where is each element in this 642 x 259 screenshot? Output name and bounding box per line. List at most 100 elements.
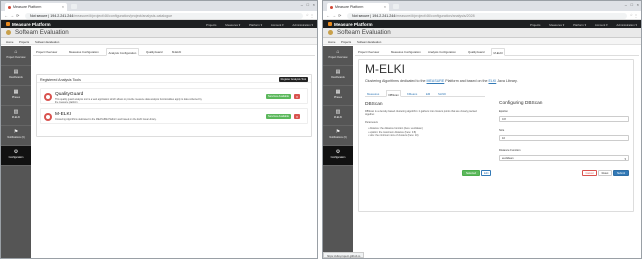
project-logo-icon [328,30,333,35]
reset-button[interactable]: Reset [598,170,612,176]
tab-melki[interactable]: M-ELKI [172,50,181,54]
close-window-icon[interactable]: × [637,2,639,7]
breadcrumb-projects[interactable]: Projects [19,40,29,44]
nav-account[interactable]: Account ▾ [595,23,608,27]
measure-link[interactable]: MEASURE [427,79,445,83]
nav-platform[interactable]: Platform ▾ [249,23,262,27]
submit-button[interactable]: Submit [613,170,629,176]
register-analysis-tool-button[interactable]: Register Analysis Tool [278,76,308,82]
minimize-icon[interactable]: – [301,2,303,7]
sidebar-item-dashboards[interactable]: ▤ Dashboards [1,66,31,86]
bookmark-star-icon[interactable]: ☆ [630,13,633,17]
flag-icon: ⚑ [13,129,19,135]
cancel-button[interactable]: Cancel [582,170,597,176]
back-icon[interactable]: ← [4,13,8,18]
tab-qualityguard[interactable]: QualityGuard [468,50,484,54]
tab-project-overview[interactable]: Project Overview [358,50,379,54]
sidebar-item-overview[interactable]: ⌂ Project Overview [1,46,31,66]
phases-icon: ▦ [13,89,19,95]
edit-button[interactable]: Edit [481,170,491,176]
brand-name: Measure Platform [334,21,373,27]
back-icon[interactable]: ← [326,13,330,18]
tab-em[interactable]: EM [426,92,430,96]
sidebar-item-configuration[interactable]: ⚙ Configuration [1,146,31,166]
param-item: • size: the minimum size of clusters (he… [368,134,419,137]
panel-title: Registered Analysis Tools [40,77,81,82]
nav-projects[interactable]: Projects [530,23,540,27]
nav-account[interactable]: Account ▾ [271,23,284,27]
reload-icon[interactable]: ⟳ [338,13,341,18]
browser-menu-icon[interactable]: ⋮ [634,13,638,18]
tab-measures-configuration[interactable]: Measures Configuration [391,50,421,54]
tab-analysis-configuration[interactable]: Analysis Configuration [106,48,139,56]
tab-dbscan[interactable]: DBScan [386,90,402,97]
maximize-icon[interactable]: □ [631,2,633,7]
sidebar-item-notifications[interactable]: ⚑ Notifications (0) [1,126,31,146]
services-available-badge[interactable]: Services Available [265,93,291,99]
forward-icon[interactable]: → [332,13,336,18]
sidebar-item-label: Project Overview [6,56,26,59]
new-tab-button[interactable] [393,4,399,9]
param-text: size: the minimum size of clusters (here… [369,134,419,137]
nav-measures[interactable]: Measures ▾ [549,23,564,27]
project-tabs: Project Overview Measures Configuration … [33,48,315,56]
nav-platform[interactable]: Platform ▾ [573,23,586,27]
sidebar-item-configuration[interactable]: ⚙ Configuration [323,146,353,166]
selected-button[interactable]: Selected [462,170,480,176]
breadcrumb-home[interactable]: Home [328,40,335,44]
project-header: Softeam Evaluation [1,28,317,38]
nav-administration[interactable]: Administration ▾ [292,23,313,27]
distance-function-select[interactable]: euclidean [499,155,629,161]
breadcrumb-projects[interactable]: Projects [341,40,351,44]
breadcrumb-project[interactable]: Softeam Evaluation [35,40,59,44]
forward-icon[interactable]: → [10,13,14,18]
size-input[interactable]: 10 [499,135,629,141]
browser-tab[interactable]: Measure Platform × [5,3,67,11]
subtitle-text: Platform and based on the [444,79,489,83]
nav-administration[interactable]: Administration ▾ [616,23,637,27]
sidebar-item-notifications[interactable]: ⚑ Notifications (0) [323,126,353,146]
sidebar-item-melki[interactable]: ▥ M-ELKI [1,106,31,126]
nav-projects[interactable]: Projects [206,23,216,27]
new-tab-button[interactable] [71,4,77,9]
nav-measures[interactable]: Measures ▾ [225,23,240,27]
browser-menu-icon[interactable]: ⋮ [310,13,314,18]
favicon-icon [8,5,11,9]
close-tab-icon[interactable]: × [62,5,64,9]
tab-project-overview[interactable]: Project Overview [36,50,57,54]
tab-kmeans[interactable]: KMeans [407,92,417,96]
tab-qualityguard[interactable]: QualityGuard [146,50,162,54]
config-title: Configuring DBScan [499,101,543,106]
sidebar-item-label: Dashboards [9,76,23,79]
tool-description: Clustering Algorithms dedicated to the M… [55,118,157,121]
sidebar-item-dashboards[interactable]: ▤ Dashboards [323,66,353,86]
reload-icon[interactable]: ⟳ [16,13,19,18]
sidebar-item-overview[interactable]: ⌂ Project Overview [323,46,353,66]
delete-tool-button[interactable]: ✕ [294,93,300,99]
url-input[interactable]: Not secure | 194.2.241.244/measure/#/pro… [25,12,303,19]
minimize-icon[interactable]: – [625,2,627,7]
main-content: Project Overview Measures Configuration … [33,48,315,256]
tab-measures-configuration[interactable]: Measures Configuration [69,50,99,54]
tab-analysis-configuration[interactable]: Analysis Configuration [428,50,456,54]
close-tab-icon[interactable]: × [384,5,386,9]
breadcrumb-project[interactable]: Softeam Evaluation [357,40,381,44]
bookmark-star-icon[interactable]: ☆ [306,13,309,17]
epsilon-input[interactable]: 0.8 [499,116,629,122]
sidebar-item-phases[interactable]: ▦ Phases [323,86,353,106]
tab-melki[interactable]: M-ELKI [491,48,506,56]
services-available-badge[interactable]: Services Available [265,113,291,119]
maximize-icon[interactable]: □ [307,2,309,7]
sidebar-item-melki[interactable]: ▥ M-ELKI [323,106,353,126]
delete-tool-button[interactable]: ✕ [294,113,300,119]
brand-name: Measure Platform [12,21,51,27]
browser-tab[interactable]: Measure Platform × [327,3,389,11]
brand[interactable]: Measure Platform [328,22,373,27]
tab-slink[interactable]: SLINK [438,92,446,96]
brand[interactable]: Measure Platform [6,22,51,27]
close-window-icon[interactable]: × [313,2,315,7]
sidebar-item-phases[interactable]: ▦ Phases [1,86,31,106]
url-input[interactable]: Not secure | 194.2.241.244/measure/#/pro… [347,12,627,19]
breadcrumb-home[interactable]: Home [6,40,13,44]
tab-measures[interactable]: Measures [367,92,379,96]
